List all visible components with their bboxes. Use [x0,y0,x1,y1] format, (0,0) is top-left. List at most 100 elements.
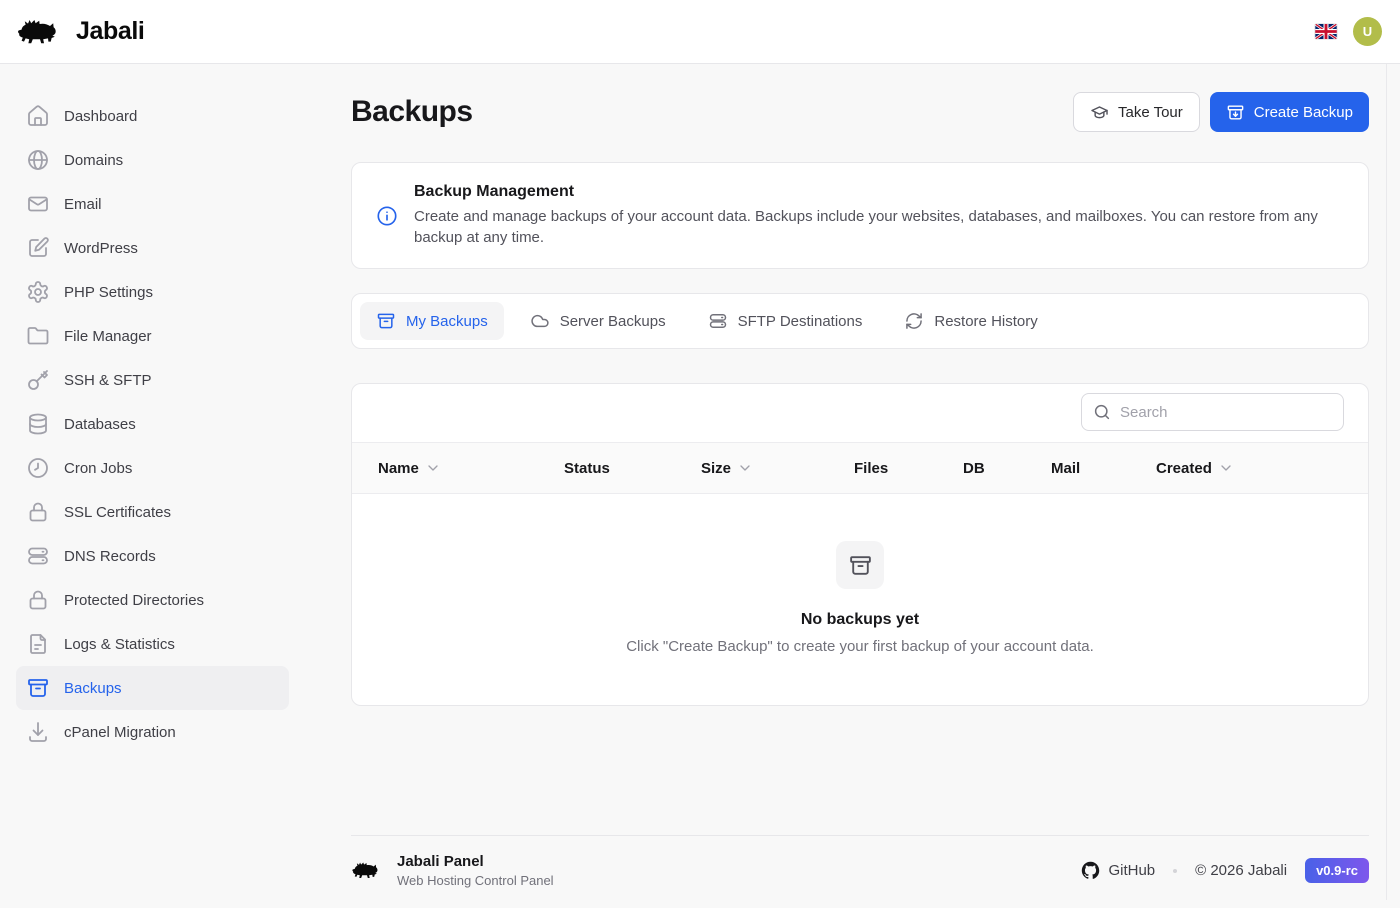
copyright-text: © 2026 Jabali [1195,862,1287,879]
sidebar-item-label: Cron Jobs [64,460,132,477]
info-card-text: Backup Management Create and manage back… [414,183,1344,248]
sidebar-item-logs-statistics[interactable]: Logs & Statistics [16,622,289,666]
footer-brand-text: Jabali Panel Web Hosting Control Panel [397,853,554,888]
info-card-body: Create and manage backups of your accoun… [414,207,1344,248]
gear-icon [26,280,50,304]
column-header-size[interactable]: Size [701,460,854,477]
info-icon [376,205,398,227]
page-title: Backups [351,95,473,129]
empty-state-icon-box [836,541,884,589]
scrollbar-track[interactable] [1386,0,1400,900]
page-actions: Take Tour Create Backup [1073,92,1369,132]
info-card: Backup Management Create and manage back… [351,162,1369,269]
sidebar-item-label: SSL Certificates [64,504,171,521]
top-header: Jabali U [0,0,1400,64]
refresh-icon [904,311,924,331]
jabali-logo-icon [16,15,64,49]
info-card-title: Backup Management [414,183,1344,201]
sidebar-item-file-manager[interactable]: File Manager [16,314,289,358]
table-header-row: Name Status Size Files DB Mail Created [352,442,1368,494]
tab-my-backups[interactable]: My Backups [360,302,504,340]
github-link[interactable]: GitHub [1081,861,1155,880]
sidebar-item-label: Backups [64,680,122,697]
sidebar-item-label: File Manager [64,328,152,345]
sidebar-item-label: Logs & Statistics [64,636,175,653]
tab-sftp-destinations[interactable]: SFTP Destinations [692,302,879,340]
empty-state-title: No backups yet [801,611,919,629]
lock-icon [26,588,50,612]
footer-brand-name: Jabali Panel [397,853,554,870]
sidebar-item-protected-directories[interactable]: Protected Directories [16,578,289,622]
graduation-cap-icon [1090,103,1109,122]
create-backup-button[interactable]: Create Backup [1210,92,1369,132]
pen-icon [26,236,50,260]
archive-icon [848,553,873,578]
sidebar-item-label: Domains [64,152,123,169]
column-header-created[interactable]: Created [1156,460,1368,477]
page-head: Backups Take Tour Create Backup [351,92,1369,132]
sidebar-item-label: Email [64,196,102,213]
sidebar-item-databases[interactable]: Databases [16,402,289,446]
empty-state-description: Click "Create Backup" to create your fir… [626,638,1094,655]
folder-icon [26,324,50,348]
server-icon [708,311,728,331]
footer: Jabali Panel Web Hosting Control Panel G… [351,835,1369,908]
brand[interactable]: Jabali [16,15,144,49]
archive-icon [26,676,50,700]
backups-table-card: Name Status Size Files DB Mail Created [351,383,1369,706]
lock-icon [26,500,50,524]
github-icon [1081,861,1100,880]
sidebar-item-domains[interactable]: Domains [16,138,289,182]
tab-restore-history[interactable]: Restore History [888,302,1053,340]
search-input[interactable] [1081,393,1344,431]
sidebar-item-backups[interactable]: Backups [16,666,289,710]
sidebar-item-label: cPanel Migration [64,724,176,741]
tab-server-backups[interactable]: Server Backups [514,302,682,340]
sidebar: Dashboard Domains Email WordPress PHP Se… [0,64,305,900]
sidebar-item-ssh-sftp[interactable]: SSH & SFTP [16,358,289,402]
jabali-logo-icon [351,859,383,882]
sidebar-item-label: WordPress [64,240,138,257]
chevron-down-icon [1218,460,1234,476]
sidebar-item-email[interactable]: Email [16,182,289,226]
key-icon [26,368,50,392]
footer-tagline: Web Hosting Control Panel [397,873,554,888]
sidebar-item-label: SSH & SFTP [64,372,152,389]
sidebar-item-label: Databases [64,416,136,433]
column-header-name[interactable]: Name [378,460,564,477]
uk-flag-icon [1315,24,1337,39]
language-flag-button[interactable] [1315,24,1337,39]
sidebar-item-cpanel-migration[interactable]: cPanel Migration [16,710,289,754]
sidebar-item-php-settings[interactable]: PHP Settings [16,270,289,314]
sidebar-item-ssl-certificates[interactable]: SSL Certificates [16,490,289,534]
sidebar-item-cron-jobs[interactable]: Cron Jobs [16,446,289,490]
sidebar-item-wordpress[interactable]: WordPress [16,226,289,270]
user-avatar[interactable]: U [1353,17,1382,46]
archive-down-icon [1226,103,1245,122]
sidebar-item-label: PHP Settings [64,284,153,301]
globe-icon [26,148,50,172]
take-tour-button[interactable]: Take Tour [1073,92,1200,132]
footer-brand: Jabali Panel Web Hosting Control Panel [351,853,554,888]
chevron-down-icon [425,460,441,476]
archive-icon [376,311,396,331]
column-header-status: Status [564,460,701,477]
create-backup-label: Create Backup [1254,104,1353,121]
sidebar-item-dns-records[interactable]: DNS Records [16,534,289,578]
tab-label: SFTP Destinations [738,313,863,330]
sidebar-item-dashboard[interactable]: Dashboard [16,94,289,138]
server-icon [26,544,50,568]
file-text-icon [26,632,50,656]
version-badge: v0.9-rc [1305,858,1369,883]
column-header-db: DB [963,460,1051,477]
search-box [1081,393,1344,431]
clock-icon [26,456,50,480]
home-icon [26,104,50,128]
column-header-files: Files [854,460,963,477]
tab-label: Restore History [934,313,1037,330]
search-icon [1093,403,1111,421]
sidebar-item-label: DNS Records [64,548,156,565]
column-header-mail: Mail [1051,460,1156,477]
tab-label: My Backups [406,313,488,330]
github-label: GitHub [1108,862,1155,879]
